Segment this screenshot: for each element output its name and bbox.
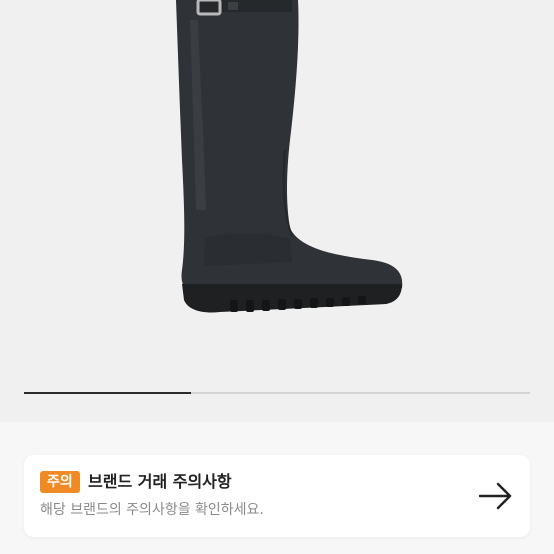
product-image-gallery[interactable]: [0, 0, 554, 422]
brand-notice-card[interactable]: 주의 브랜드 거래 주의사항 해당 브랜드의 주의사항을 확인하세요.: [24, 455, 530, 537]
arrow-right-icon[interactable]: [476, 479, 516, 513]
notice-title: 브랜드 거래 주의사항: [88, 472, 232, 491]
gallery-progress-bar: [24, 392, 530, 394]
notice-description: 해당 브랜드의 주의사항을 확인하세요.: [40, 502, 264, 518]
warning-tag: 주의: [40, 471, 80, 493]
product-image: [176, 0, 403, 313]
gallery-progress-indicator: [24, 392, 191, 394]
boot-sole: [182, 284, 402, 313]
boot-strap: [196, 0, 292, 12]
